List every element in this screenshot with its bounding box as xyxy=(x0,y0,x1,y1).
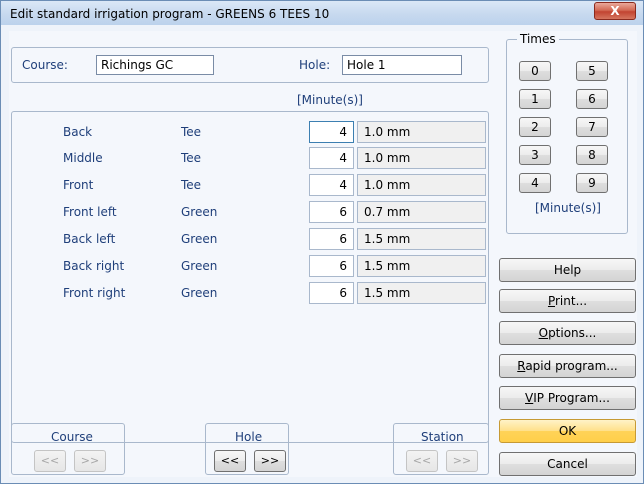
time-button-0[interactable]: 0 xyxy=(519,61,551,81)
time-button-8[interactable]: 8 xyxy=(576,145,608,165)
station-nav-title: Station xyxy=(421,430,464,444)
station-next-button[interactable]: >> xyxy=(446,450,478,472)
course-nav-title: Course xyxy=(51,430,93,444)
course-hole-group: Course: Richings GC Hole: Hole 1 xyxy=(11,47,489,83)
hole-nav-title: Hole xyxy=(235,430,263,444)
vip-label: IP Program... xyxy=(533,391,610,405)
station-prev-button[interactable]: << xyxy=(406,450,438,472)
station-area-label: Tee xyxy=(181,151,202,165)
station-area-label: Green xyxy=(181,286,218,300)
time-button-7[interactable]: 7 xyxy=(576,117,608,137)
station-position-label: Front right xyxy=(63,286,126,300)
minutes-input[interactable]: 4 xyxy=(309,174,354,196)
print-label: rint... xyxy=(555,294,588,308)
options-mnemonic: O xyxy=(538,326,549,340)
time-button-6[interactable]: 6 xyxy=(576,89,608,109)
dialog-window: Edit standard irrigation program - GREEN… xyxy=(0,0,644,484)
hole-nav-group: Hole << >> xyxy=(205,423,289,475)
time-button-2[interactable]: 2 xyxy=(519,117,551,137)
station-position-label: Back left xyxy=(63,232,116,246)
depth-readout: 1.0 mm xyxy=(357,174,486,196)
options-label: ptions... xyxy=(548,326,597,340)
hole-prev-button[interactable]: << xyxy=(214,450,246,472)
station-position-label: Back xyxy=(63,125,93,139)
times-unit-label: [Minute(s)] xyxy=(535,201,601,215)
stations-group: Back Tee 4 1.0 mm Middle Tee 4 1.0 mm Fr… xyxy=(11,111,489,443)
depth-readout: 0.7 mm xyxy=(357,201,486,223)
depth-readout: 1.0 mm xyxy=(357,147,486,169)
ok-button[interactable]: OK xyxy=(499,419,636,443)
station-position-label: Front left xyxy=(63,205,117,219)
time-button-5[interactable]: 5 xyxy=(576,61,608,81)
close-icon: X xyxy=(610,4,620,18)
options-button[interactable]: Options... xyxy=(499,321,636,345)
course-label: Course: xyxy=(22,58,68,72)
station-area-label: Tee xyxy=(181,125,202,139)
station-position-label: Back right xyxy=(63,259,125,273)
minutes-input[interactable]: 6 xyxy=(309,255,354,277)
minutes-column-header: [Minute(s)] xyxy=(297,93,363,107)
course-next-button[interactable]: >> xyxy=(74,450,106,472)
minutes-input[interactable]: 4 xyxy=(309,121,354,143)
station-area-label: Green xyxy=(181,259,218,273)
times-group-title: Times xyxy=(517,32,559,46)
minutes-input[interactable]: 6 xyxy=(309,228,354,250)
close-button[interactable]: X xyxy=(594,2,636,20)
course-nav-group: Course << >> xyxy=(11,423,125,475)
time-button-3[interactable]: 3 xyxy=(519,145,551,165)
minutes-input[interactable]: 6 xyxy=(309,201,354,223)
time-button-4[interactable]: 4 xyxy=(519,173,551,193)
station-area-label: Tee xyxy=(181,178,202,192)
print-button[interactable]: Print... xyxy=(499,289,636,313)
hole-label: Hole: xyxy=(299,58,331,72)
station-position-label: Front xyxy=(63,178,94,192)
course-field[interactable]: Richings GC xyxy=(96,55,214,75)
hole-next-button[interactable]: >> xyxy=(254,450,286,472)
rapid-label: apid program... xyxy=(525,359,618,373)
station-area-label: Green xyxy=(181,232,218,246)
vip-program-button[interactable]: VIP Program... xyxy=(499,386,636,410)
title-bar[interactable]: Edit standard irrigation program - GREEN… xyxy=(1,1,643,25)
minutes-input[interactable]: 6 xyxy=(309,282,354,304)
station-nav-group: Station << >> xyxy=(393,423,489,475)
hole-field[interactable]: Hole 1 xyxy=(342,55,462,75)
station-area-label: Green xyxy=(181,205,218,219)
depth-readout: 1.5 mm xyxy=(357,255,486,277)
print-mnemonic: P xyxy=(547,294,555,308)
cancel-button[interactable]: Cancel xyxy=(499,452,636,476)
depth-readout: 1.5 mm xyxy=(357,228,486,250)
help-button[interactable]: Help xyxy=(499,258,636,282)
times-group: Times 0 5 1 6 2 7 3 8 4 9 [Minute(s)] xyxy=(506,32,628,234)
minutes-input[interactable]: 4 xyxy=(309,147,354,169)
dialog-body: Course: Richings GC Hole: Hole 1 [Minute… xyxy=(9,31,637,477)
station-position-label: Middle xyxy=(63,151,103,165)
depth-readout: 1.0 mm xyxy=(357,121,486,143)
time-button-1[interactable]: 1 xyxy=(519,89,551,109)
course-prev-button[interactable]: << xyxy=(34,450,66,472)
time-button-9[interactable]: 9 xyxy=(576,173,608,193)
window-title: Edit standard irrigation program - GREEN… xyxy=(10,7,330,21)
depth-readout: 1.5 mm xyxy=(357,282,486,304)
rapid-program-button[interactable]: Rapid program... xyxy=(499,354,636,378)
